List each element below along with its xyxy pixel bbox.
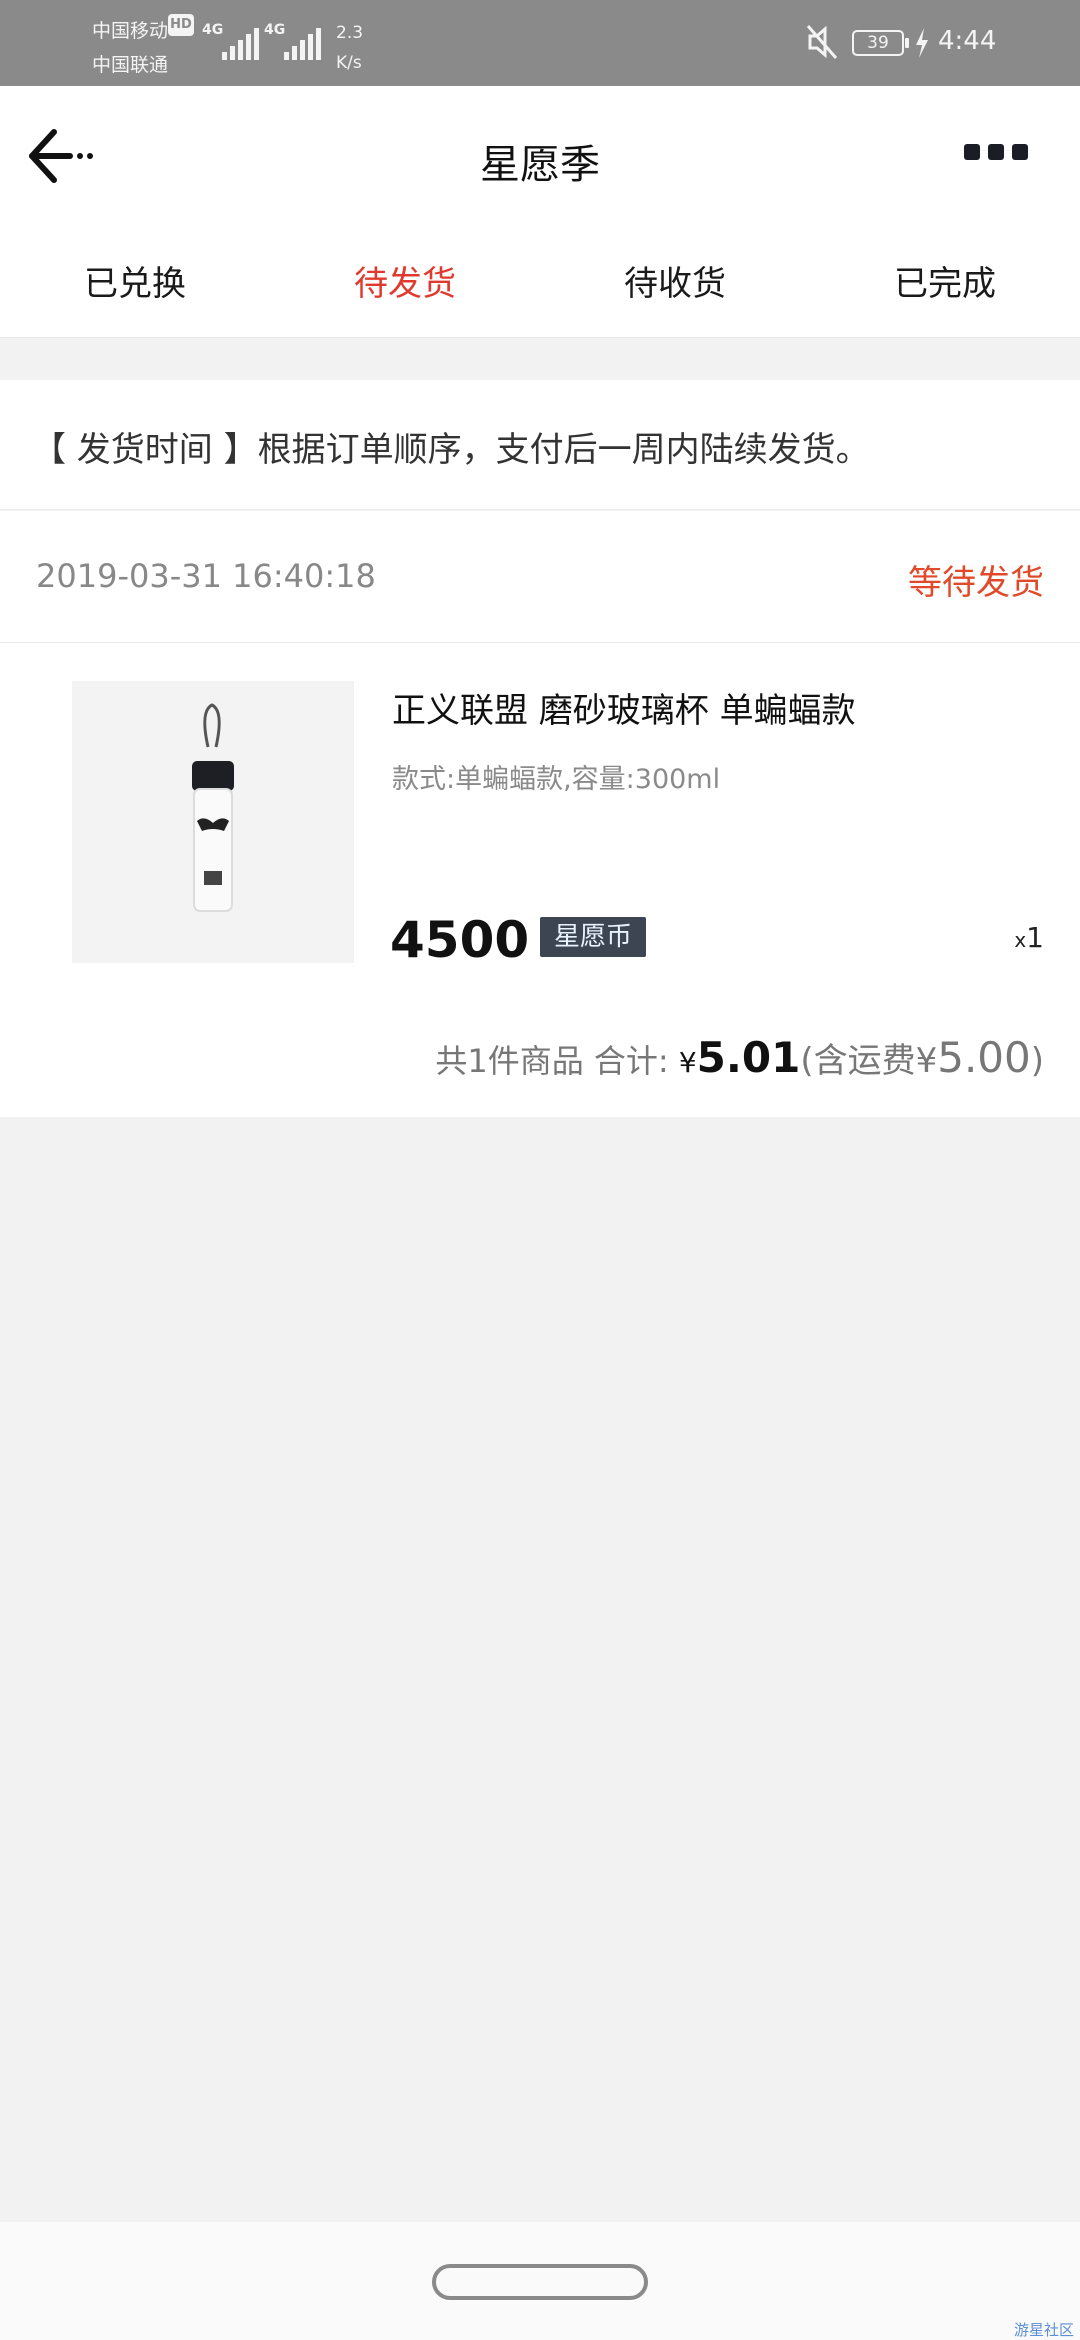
battery-icon: 39 xyxy=(852,30,909,56)
shipping-notice-text: 【 发货时间 】根据订单顺序，支付后一周内陆续发货。 xyxy=(32,430,870,470)
glass-cup-icon xyxy=(192,703,234,912)
carrier-primary: 中国移动 xyxy=(92,20,169,42)
signal-label: 4G xyxy=(202,22,224,38)
signal-label: 4G xyxy=(264,22,286,38)
watermark: 游星社区 xyxy=(1013,2321,1074,2339)
product-spec: 款式:单蝙蝠款,容量:300ml xyxy=(392,764,721,795)
tab-exchanged[interactable]: 已兑换 xyxy=(0,256,270,305)
order-summary: 共1件商品 合计: ¥5.01(含运费¥5.00) xyxy=(435,1033,1044,1082)
product-quantity: x1 xyxy=(1014,921,1044,954)
more-dots-icon[interactable] xyxy=(964,144,1028,164)
speed-unit: K/s xyxy=(336,53,362,73)
order-time: 2019-03-31 16:40:18 xyxy=(36,557,376,595)
hd-badge: HD xyxy=(168,14,194,36)
carrier-secondary: 中国联通 xyxy=(92,54,169,76)
tab-pending-receipt[interactable]: 待收货 xyxy=(540,256,810,305)
shipping-suffix: ) xyxy=(1030,1041,1044,1081)
product-image[interactable] xyxy=(72,681,354,963)
order-status: 等待发货 xyxy=(908,563,1044,603)
order-header: 2019-03-31 16:40:18 等待发货 xyxy=(0,511,1080,643)
home-indicator[interactable] xyxy=(432,2264,648,2300)
summary-count: 共1件商品 合计: xyxy=(435,1042,669,1080)
currency-badge: 星愿币 xyxy=(540,917,647,957)
order-tabs: 已兑换 待发货 待收货 已完成 xyxy=(0,228,1080,338)
order-card[interactable]: 2019-03-31 16:40:18 等待发货 正义联盟 磨砂玻璃杯 单蝙蝠款… xyxy=(0,511,1080,1117)
quantity-value: 1 xyxy=(1026,921,1044,954)
charging-icon xyxy=(916,28,928,58)
clock: 4:44 xyxy=(938,26,997,56)
app-header: 星愿季 xyxy=(0,86,1080,228)
tab-pending-shipment[interactable]: 待发货 xyxy=(270,256,540,305)
product-name[interactable]: 正义联盟 磨砂玻璃杯 单蝙蝠款 xyxy=(392,683,856,732)
page-title: 星愿季 xyxy=(480,142,600,188)
tab-completed[interactable]: 已完成 xyxy=(810,256,1080,305)
gesture-nav-bar: 游星社区 xyxy=(0,2222,1080,2340)
speed-value: 2.3 xyxy=(336,23,364,43)
shipping-prefix: (含运费¥ xyxy=(800,1041,938,1081)
network-speed: 2.3 K/s xyxy=(336,18,363,78)
mute-icon xyxy=(806,25,838,59)
product-price: 4500 xyxy=(390,911,530,969)
status-bar: 中国移动 HD 中国联通 4G 4G 2.3 K/s 39 4:44 xyxy=(0,0,1080,86)
shipping-fee: 5.00 xyxy=(937,1033,1031,1082)
summary-currency: ¥ xyxy=(678,1046,697,1079)
quantity-prefix: x xyxy=(1014,928,1027,952)
shipping-notice: 【 发货时间 】根据订单顺序，支付后一周内陆续发货。 xyxy=(0,380,1080,510)
summary-total: 5.01 xyxy=(696,1033,801,1082)
